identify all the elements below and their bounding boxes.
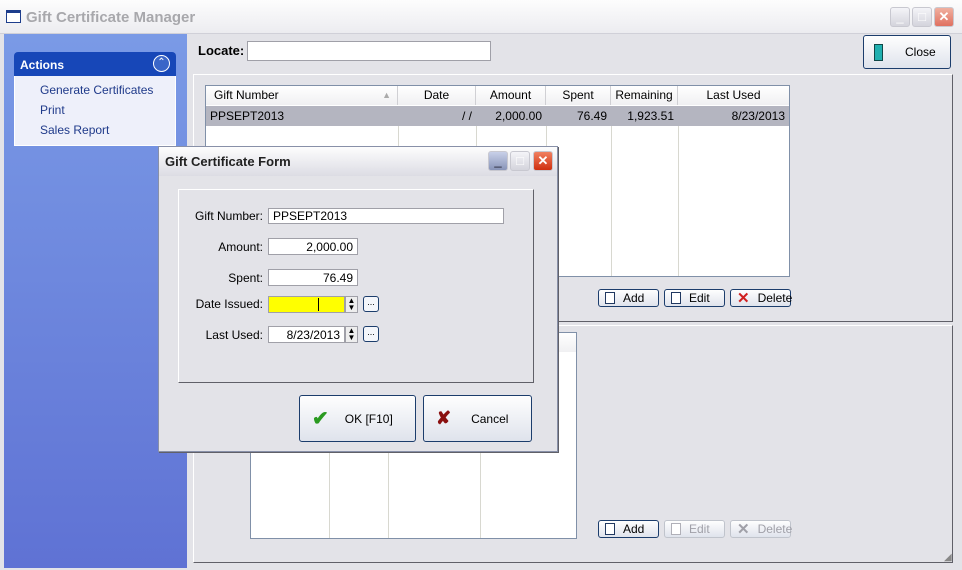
cancel-x-icon: ✘ <box>436 408 452 428</box>
window-title: Gift Certificate Manager <box>26 9 196 26</box>
resize-grip-icon[interactable]: ◢ <box>944 552 952 563</box>
window-close-button[interactable]: ✕ <box>934 7 954 27</box>
close-button[interactable]: Close <box>863 35 951 69</box>
gift-number-label: Gift Number: <box>194 209 263 223</box>
maximize-button[interactable]: □ <box>912 7 932 27</box>
upper-add-button[interactable]: Add <box>598 289 659 307</box>
last-used-spinner-icon[interactable]: ▲ ▼ <box>345 326 358 343</box>
spent-input[interactable]: 76.49 <box>268 269 358 286</box>
gift-number-input[interactable]: PPSEPT2013 <box>268 208 504 224</box>
amount-label: Amount: <box>218 240 263 254</box>
lower-add-button[interactable]: Add <box>598 520 659 538</box>
dialog-maximize-button[interactable]: □ <box>510 151 530 171</box>
spent-label: Spent: <box>228 271 263 285</box>
delete-x-icon: ✕ <box>737 290 750 307</box>
locate-label: Locate: <box>198 43 245 58</box>
new-document-icon <box>605 523 615 535</box>
date-issued-picker-button[interactable]: ... <box>363 296 379 312</box>
actions-header: Actions <box>14 52 176 76</box>
text-cursor <box>318 298 319 311</box>
sort-asc-icon: ▲ <box>382 90 391 100</box>
collapse-chevron-icon[interactable]: ⌃ <box>153 55 170 72</box>
action-generate-certificates[interactable]: Generate Certificates <box>40 83 153 97</box>
cancel-button[interactable]: ✘ Cancel <box>423 395 532 442</box>
date-issued-label: Date Issued: <box>195 297 263 311</box>
window-icon <box>6 10 21 23</box>
action-print[interactable]: Print <box>40 103 65 117</box>
col-gift-number[interactable]: Gift Number ▲ <box>206 86 398 105</box>
col-spent[interactable]: Spent <box>546 86 611 105</box>
actions-panel: Generate Certificates Print Sales Report <box>14 76 176 146</box>
dialog-title: Gift Certificate Form <box>165 154 291 169</box>
action-sales-report[interactable]: Sales Report <box>40 123 109 137</box>
last-used-label: Last Used: <box>205 328 263 342</box>
dialog-close-button[interactable]: ✕ <box>533 151 553 171</box>
dialog-minimize-button[interactable]: _ <box>488 151 508 171</box>
col-amount[interactable]: Amount <box>476 86 546 105</box>
edit-document-icon <box>671 292 681 304</box>
upper-delete-button[interactable]: ✕ Delete <box>730 289 792 307</box>
col-remaining[interactable]: Remaining <box>611 86 678 105</box>
ok-button[interactable]: ✔ OK [F10] <box>299 395 416 442</box>
door-icon <box>874 43 883 61</box>
col-last-used[interactable]: Last Used <box>678 86 789 105</box>
gift-certificate-dialog: Gift Certificate Form _ □ ✕ Gift Number:… <box>158 146 558 452</box>
date-issued-input[interactable] <box>268 296 345 313</box>
checkmark-icon: ✔ <box>312 408 329 430</box>
new-document-icon <box>605 292 615 304</box>
col-date[interactable]: Date <box>398 86 476 105</box>
date-issued-spinner-icon[interactable]: ▲ ▼ <box>345 296 358 313</box>
upper-edit-button[interactable]: Edit <box>664 289 725 307</box>
last-used-picker-button[interactable]: ... <box>363 326 379 342</box>
amount-input[interactable]: 2,000.00 <box>268 238 358 255</box>
delete-x-icon: ✕ <box>737 521 750 538</box>
minimize-button[interactable]: _ <box>890 7 910 27</box>
edit-document-icon <box>671 523 681 535</box>
lower-delete-button[interactable]: ✕ Delete <box>730 520 792 538</box>
lower-edit-button[interactable]: Edit <box>664 520 725 538</box>
locate-input[interactable] <box>247 41 491 61</box>
last-used-input[interactable]: 8/23/2013 <box>268 326 345 343</box>
